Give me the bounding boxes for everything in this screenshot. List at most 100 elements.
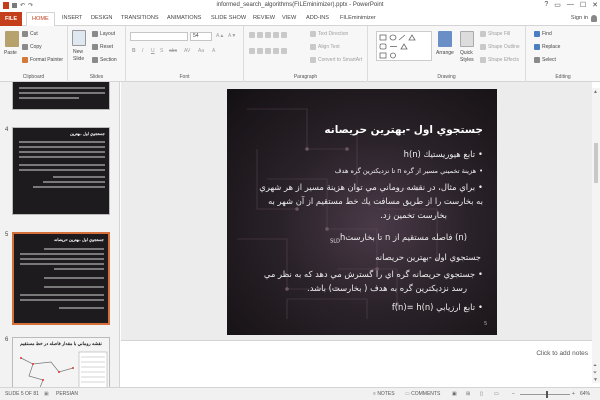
slide-text-line[interactable]: بخارست تخمين زد. [380,210,447,220]
vertical-scrollbar[interactable]: ▲ ⏶ ⏷ ▼ [592,88,600,383]
scroll-up-icon[interactable]: ▲ [593,89,598,95]
zoom-slider-knob[interactable] [546,391,548,398]
paste-button[interactable]: Paste [4,50,17,56]
reading-view-icon[interactable]: ▯ [480,391,483,397]
slide-bullet[interactable]: تابع هيوريستيك h(n) [404,149,483,159]
slide-show-icon[interactable]: ▭ [494,391,499,397]
change-case-button[interactable]: Aa [198,48,204,54]
shape-outline-button[interactable]: Shape Outline [480,44,520,50]
tab-review[interactable]: REVIEW [253,15,275,21]
cursor-icon [534,57,540,63]
copy-button[interactable]: Copy [22,44,42,50]
alignment-buttons[interactable] [249,48,287,54]
font-name-field[interactable] [130,32,188,41]
quick-styles-button-line2[interactable]: Styles [460,57,474,63]
arrange-icon [438,31,452,47]
current-slide[interactable]: جستجوي اول -بهترين حريصانه تابع هيوريستي… [227,89,497,335]
group-label-slides: Slides [89,74,104,80]
grow-font-button[interactable]: A▲ [216,33,224,39]
spellcheck-icon[interactable]: ▣ [44,391,49,397]
scrollbar-thumb[interactable] [594,143,598,183]
slide-text-line[interactable]: (n) فاصله مستقيم از n تا بخارستSLDh [330,232,467,245]
slide-bullet[interactable]: هزينة تخميني مسير از گره n تا نزديکترين … [335,167,483,175]
status-bar: SLIDE 5 OF 81 ▣ PERSIAN ≡ NOTES ▭ COMMEN… [0,387,600,400]
tab-slide-show[interactable]: SLIDE SHOW [211,15,246,21]
convert-smartart-button[interactable]: Convert to SmartArt [310,57,362,63]
cut-button[interactable]: Cut [22,31,38,37]
tab-design[interactable]: DESIGN [91,15,112,21]
account-icon[interactable] [591,15,597,22]
bold-button[interactable]: B [132,48,136,54]
slide-thumbnail[interactable]: جستجوي اول -بهترين [12,127,110,215]
font-size-field[interactable]: 54 [190,32,212,41]
slide-text-line[interactable]: جستجوي اول -بهترين حريصانه [375,252,481,262]
slide-sorter-icon[interactable]: ⊞ [466,391,470,397]
zoom-slider[interactable] [520,394,570,395]
slide-thumbnail[interactable]: نقشه روماني با مقدار فاصله در خط مستقيم [12,337,110,387]
previous-slide-icon[interactable]: ⏶ [593,363,597,369]
language-indicator[interactable]: PERSIAN [56,391,78,397]
tab-file[interactable]: FILE [0,12,22,26]
normal-view-icon[interactable]: ▣ [452,391,457,397]
tab-home[interactable]: HOME [26,12,55,27]
title-bar: ↶ ↷ informed_search_algorithms(FILEminim… [0,0,600,12]
notes-pane[interactable]: Click to add notes [121,340,592,383]
tab-view[interactable]: VIEW [282,15,296,21]
shape-fill-button[interactable]: Shape Fill [480,31,510,37]
italic-button[interactable]: I [142,48,143,54]
slide-thumbnail-active[interactable]: جستجوي اول -بهترين حريصانه [12,232,110,325]
find-button[interactable]: Find [534,31,552,37]
slide-bullet[interactable]: تابع ارزيابي f(n)= h(n) [392,302,483,312]
font-color-button[interactable]: A [212,48,215,54]
zoom-level[interactable]: 64% [580,391,590,397]
tab-insert[interactable]: INSERT [62,15,82,21]
shapes-gallery[interactable] [376,31,432,61]
zoom-in-button[interactable]: + [572,391,575,397]
slide-bullet[interactable]: براي مثال، در نقشه روماني مي توان هزينة … [259,182,483,192]
replace-button[interactable]: Replace [534,44,560,50]
underline-button[interactable]: U [151,48,155,54]
minimize-button[interactable]: — [567,1,574,9]
slide-text-line[interactable]: رسد نزديكترين گره به هدف ( بخارست) باشد. [307,283,467,293]
tab-animations[interactable]: ANIMATIONS [167,15,201,21]
tab-add-ins[interactable]: ADD-INS [306,15,329,21]
shrink-font-button[interactable]: A▼ [228,33,236,39]
strikethrough-button[interactable]: abc [169,48,177,54]
slide-bullet[interactable]: جستجوي حريصانه گره اي را گسترش مي دهد كه… [264,269,483,279]
magnifier-icon [534,31,540,37]
shape-effects-button[interactable]: Shape Effects [480,57,519,63]
close-button[interactable]: ✕ [592,1,598,9]
ribbon-display-button[interactable]: ▭ [554,1,561,9]
new-slide-button[interactable]: New [73,49,83,55]
maximize-button[interactable]: ☐ [580,1,586,9]
new-slide-button-line2[interactable]: Slide [73,56,84,62]
notes-toggle[interactable]: ≡ NOTES [373,391,395,397]
notes-placeholder[interactable]: Click to add notes [536,350,588,357]
select-button[interactable]: Select [534,57,556,63]
paste-icon [5,31,19,47]
layout-button[interactable]: Layout [92,31,115,37]
slide-title[interactable]: جستجوي اول -بهترين حريصانه [324,124,483,136]
reset-button[interactable]: Reset [92,44,113,50]
scroll-down-icon[interactable]: ▼ [593,377,598,383]
next-slide-icon[interactable]: ⏷ [593,370,597,376]
section-button[interactable]: Section [92,57,117,63]
smartart-icon [310,57,316,63]
slide-thumbnail[interactable] [12,82,110,110]
bullets-button[interactable] [249,32,287,38]
tab-transitions[interactable]: TRANSITIONS [121,15,159,21]
help-button[interactable]: ? [544,1,548,9]
character-spacing-button[interactable]: AV [184,48,190,54]
slide-text-line[interactable]: به بخارست را از طريق مسافت يك خط مستقيم … [268,196,483,206]
thumbnail-text-line [19,156,105,158]
text-direction-button[interactable]: Text Direction [310,31,348,37]
tab-fileminimizer[interactable]: FILEminimizer [340,15,376,21]
zoom-out-button[interactable]: − [512,391,515,397]
align-text-button[interactable]: Align Text [310,44,340,50]
comments-toggle[interactable]: ▭ COMMENTS [405,391,440,397]
shadow-button[interactable]: S [160,48,163,54]
sign-in-link[interactable]: Sign in [571,15,588,21]
quick-styles-button[interactable]: Quick [460,50,473,56]
format-painter-button[interactable]: Format Painter [22,57,63,63]
arrange-button[interactable]: Arrange [436,50,454,56]
